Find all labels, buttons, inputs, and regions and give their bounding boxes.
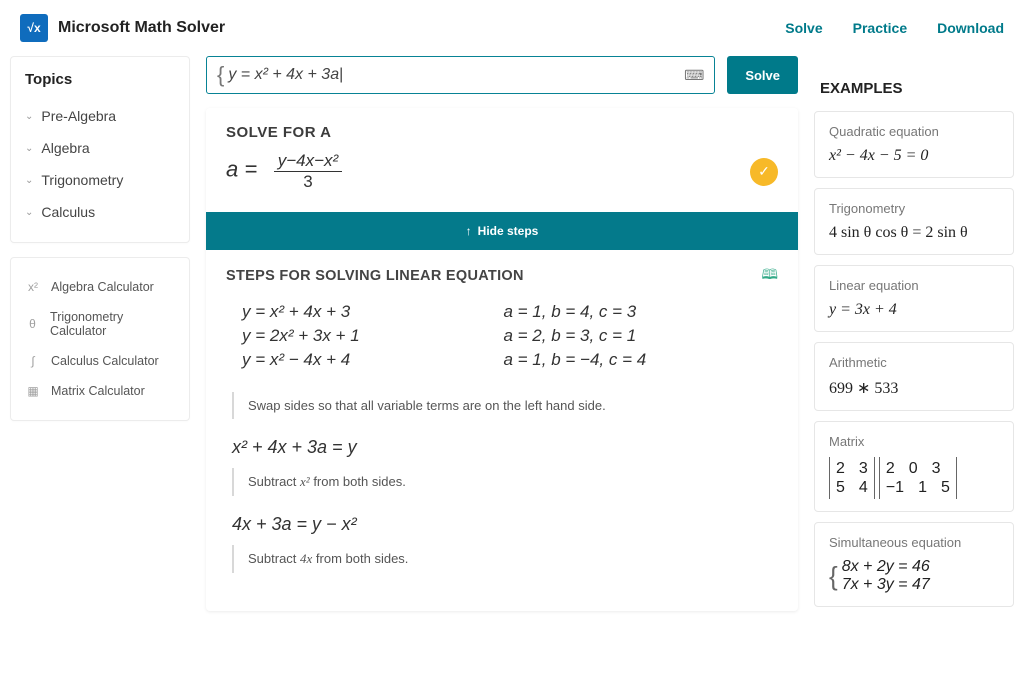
example-label: Trigonometry <box>829 201 999 216</box>
chevron-down-icon: ⌄ <box>25 111 33 122</box>
arrow-up-icon: ↑ <box>466 224 472 238</box>
step-note: Swap sides so that all variable terms ar… <box>232 392 772 419</box>
equation-input-text: y = x² + 4x + 3a <box>228 66 339 84</box>
equation-input[interactable]: { y = x² + 4x + 3a| ⌨ <box>206 56 715 94</box>
tool-matrix-calculator[interactable]: ▦ Matrix Calculator <box>25 376 175 406</box>
example-linear[interactable]: Linear equation y = 3x + 4 <box>814 265 1014 332</box>
example-matrix[interactable]: Matrix 2354 203−115 <box>814 421 1014 512</box>
topic-calculus[interactable]: ⌄ Calculus <box>25 196 175 228</box>
example-math: 4 sin θ cos θ = 2 sin θ <box>829 224 999 242</box>
check-icon: ✓ <box>750 158 778 186</box>
example-math: y = 3x + 4 <box>829 301 999 319</box>
example-simultaneous[interactable]: Simultaneous equation {8x + 2y = 467x + … <box>814 522 1014 607</box>
step-note: Subtract x² from both sides. <box>232 468 772 496</box>
main-column: { y = x² + 4x + 3a| ⌨ Solve SOLVE FOR A … <box>206 56 798 611</box>
solution-equation: a = y−4x−x²3 <box>226 151 342 192</box>
chevron-down-icon: ⌄ <box>25 207 33 218</box>
topic-label: Trigonometry <box>41 172 123 188</box>
steps-title: STEPS FOR SOLVING LINEAR EQUATION <box>226 268 524 284</box>
example-math: 699 ∗ 533 <box>829 378 999 398</box>
example-label: Simultaneous equation <box>829 535 999 550</box>
algebra-icon: x² <box>25 280 41 294</box>
chevron-down-icon: ⌄ <box>25 143 33 154</box>
nav-practice[interactable]: Practice <box>853 20 907 36</box>
solution-title: SOLVE FOR A <box>206 108 798 141</box>
topic-algebra[interactable]: ⌄ Algebra <box>25 132 175 164</box>
step-equation: x² + 4x + 3a = y <box>232 437 772 458</box>
system-abc: a = 1, b = 4, c = 3 <box>503 302 772 322</box>
system-eq: y = x² − 4x + 4 <box>242 350 485 370</box>
examples-heading: EXAMPLES <box>814 66 1014 101</box>
steps-body: y = x² + 4x + 3 a = 1, b = 4, c = 3 y = 2… <box>206 294 798 611</box>
example-arithmetic[interactable]: Arithmetic 699 ∗ 533 <box>814 342 1014 411</box>
example-math: x² − 4x − 5 = 0 <box>829 147 999 165</box>
tool-algebra-calculator[interactable]: x² Algebra Calculator <box>25 272 175 302</box>
topics-heading: Topics <box>25 71 175 88</box>
topic-label: Calculus <box>41 204 95 220</box>
keyboard-icon[interactable]: ⌨ <box>684 67 704 84</box>
read-aloud-icon[interactable]: 🕮 <box>761 264 778 288</box>
solution-card: SOLVE FOR A a = y−4x−x²3 ✓ ↑Hide steps S… <box>206 108 798 611</box>
nav-solve[interactable]: Solve <box>785 20 822 36</box>
app-logo: √x <box>20 14 48 42</box>
tool-label: Matrix Calculator <box>51 384 145 398</box>
header: √x Microsoft Math Solver Solve Practice … <box>0 0 1024 56</box>
sidebar: Topics ⌄ Pre-Algebra ⌄ Algebra ⌄ Trigonomet… <box>10 56 190 421</box>
topic-pre-algebra[interactable]: ⌄ Pre-Algebra <box>25 100 175 132</box>
example-math: 2354 203−115 <box>829 457 999 499</box>
example-label: Linear equation <box>829 278 999 293</box>
example-quadratic[interactable]: Quadratic equation x² − 4x − 5 = 0 <box>814 111 1014 178</box>
integral-icon: ∫ <box>25 354 41 368</box>
system-of-equations: y = x² + 4x + 3 a = 1, b = 4, c = 3 y = 2… <box>242 302 772 370</box>
brace-icon: { <box>217 62 224 88</box>
system-abc: a = 2, b = 3, c = 1 <box>503 326 772 346</box>
step-equation: 4x + 3a = y − x² <box>232 514 772 535</box>
solve-button[interactable]: Solve <box>727 56 798 94</box>
tool-label: Algebra Calculator <box>51 280 154 294</box>
tool-label: Trigonometry Calculator <box>50 310 175 338</box>
chevron-down-icon: ⌄ <box>25 175 33 186</box>
app-title: Microsoft Math Solver <box>58 19 225 37</box>
topics-panel: Topics ⌄ Pre-Algebra ⌄ Algebra ⌄ Trigonomet… <box>10 56 190 243</box>
tool-trig-calculator[interactable]: θ Trigonometry Calculator <box>25 302 175 346</box>
nav-download[interactable]: Download <box>937 20 1004 36</box>
example-label: Quadratic equation <box>829 124 999 139</box>
system-eq: y = x² + 4x + 3 <box>242 302 485 322</box>
text-cursor: | <box>339 66 343 84</box>
example-trigonometry[interactable]: Trigonometry 4 sin θ cos θ = 2 sin θ <box>814 188 1014 255</box>
examples-column: EXAMPLES Quadratic equation x² − 4x − 5 … <box>814 56 1014 607</box>
tool-calculus-calculator[interactable]: ∫ Calculus Calculator <box>25 346 175 376</box>
system-abc: a = 1, b = −4, c = 4 <box>503 350 772 370</box>
tools-panel: x² Algebra Calculator θ Trigonometry Calcu… <box>10 257 190 421</box>
tool-label: Calculus Calculator <box>51 354 159 368</box>
system-eq: y = 2x² + 3x + 1 <box>242 326 485 346</box>
topic-label: Pre-Algebra <box>41 108 116 124</box>
matrix-icon: ▦ <box>25 384 41 398</box>
topic-trigonometry[interactable]: ⌄ Trigonometry <box>25 164 175 196</box>
step-note: Subtract 4x from both sides. <box>232 545 772 573</box>
theta-icon: θ <box>25 317 40 331</box>
example-math: {8x + 2y = 467x + 3y = 47 <box>829 558 999 594</box>
input-row: { y = x² + 4x + 3a| ⌨ Solve <box>206 56 798 94</box>
brace-icon: { <box>829 561 838 592</box>
example-label: Matrix <box>829 434 999 449</box>
hide-steps-button[interactable]: ↑Hide steps <box>206 212 798 250</box>
topic-label: Algebra <box>41 140 89 156</box>
example-label: Arithmetic <box>829 355 999 370</box>
top-nav: Solve Practice Download <box>785 20 1004 36</box>
